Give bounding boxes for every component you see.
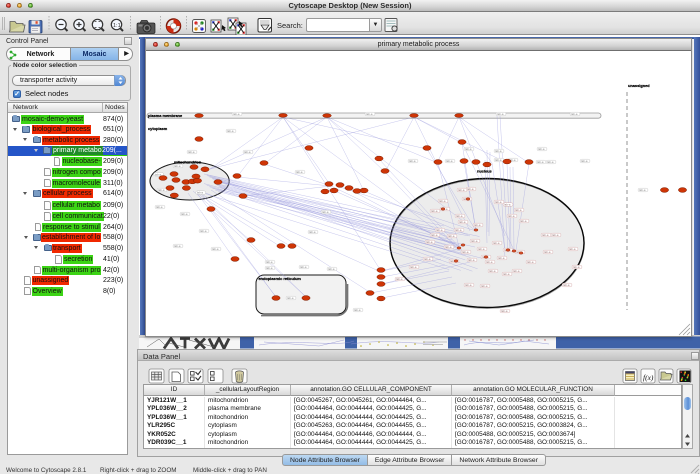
svg-text:cytoplasm: cytoplasm xyxy=(148,126,168,131)
svg-text:lab-a: lab-a xyxy=(309,230,316,234)
svg-text:nucleus: nucleus xyxy=(477,169,492,174)
svg-text:lab-a: lab-a xyxy=(462,250,469,254)
svg-text:lab-a: lab-a xyxy=(300,265,307,269)
svg-text:lab-a: lab-a xyxy=(486,260,493,264)
svg-text:lab-a: lab-a xyxy=(508,214,515,218)
svg-text:lab-a: lab-a xyxy=(465,147,472,151)
svg-text:lab-a: lab-a xyxy=(513,269,520,273)
svg-text:lab-a: lab-a xyxy=(501,309,508,313)
svg-text:lab-a: lab-a xyxy=(158,188,165,192)
svg-text:lab-a: lab-a xyxy=(563,283,570,287)
svg-text:lab-a: lab-a xyxy=(212,247,219,251)
svg-text:lab-a: lab-a xyxy=(538,147,545,151)
svg-text:lab-a: lab-a xyxy=(328,267,335,271)
svg-text:endoplasmic reticulum: endoplasmic reticulum xyxy=(259,276,302,281)
svg-text:lab-a: lab-a xyxy=(424,257,431,261)
svg-text:lab-a: lab-a xyxy=(465,283,472,287)
svg-text:lab-a: lab-a xyxy=(445,245,452,249)
svg-text:lab-a: lab-a xyxy=(493,241,500,245)
svg-text:lab-a: lab-a xyxy=(439,199,446,203)
svg-text:lab-a: lab-a xyxy=(544,250,551,254)
svg-text:lab-a: lab-a xyxy=(354,308,361,312)
svg-text:lab-a: lab-a xyxy=(174,244,181,248)
svg-text:lab-a: lab-a xyxy=(456,214,463,218)
svg-text:lab-a: lab-a xyxy=(197,191,204,195)
svg-text:lab-a: lab-a xyxy=(156,205,163,209)
svg-text:lab-a: lab-a xyxy=(547,160,554,164)
svg-text:lab-a: lab-a xyxy=(471,239,478,243)
svg-text:lab-a: lab-a xyxy=(481,284,488,288)
svg-text:lab-a: lab-a xyxy=(200,229,207,233)
svg-text:unassigned: unassigned xyxy=(628,83,650,88)
svg-text:lab-a: lab-a xyxy=(495,149,502,153)
svg-text:lab-a: lab-a xyxy=(446,159,453,163)
svg-text:lab-a: lab-a xyxy=(266,266,273,270)
svg-text:lab-a: lab-a xyxy=(504,203,511,207)
svg-text:lab-a: lab-a xyxy=(233,112,240,116)
svg-text:lab-a: lab-a xyxy=(174,164,181,168)
svg-text:lab-a: lab-a xyxy=(474,223,481,227)
svg-text:lab-a: lab-a xyxy=(287,296,294,300)
svg-text:lab-a: lab-a xyxy=(366,112,373,116)
svg-text:lab-a: lab-a xyxy=(520,219,527,223)
svg-text:lab-a: lab-a xyxy=(537,160,544,164)
svg-text:lab-a: lab-a xyxy=(478,247,485,251)
svg-text:lab-a: lab-a xyxy=(188,150,195,154)
svg-text:lab-a: lab-a xyxy=(410,265,417,269)
svg-text:lab-a: lab-a xyxy=(266,260,273,264)
svg-text:lab-a: lab-a xyxy=(489,269,496,273)
svg-text:lab-a: lab-a xyxy=(581,159,588,163)
svg-text:lab-a: lab-a xyxy=(227,129,234,133)
svg-text:lab-a: lab-a xyxy=(527,260,534,264)
svg-text:lab-a: lab-a xyxy=(244,150,251,154)
svg-text:lab-a: lab-a xyxy=(468,258,475,262)
svg-text:lab-a: lab-a xyxy=(571,112,578,116)
svg-text:lab-a: lab-a xyxy=(569,247,576,251)
svg-text:lab-a: lab-a xyxy=(436,228,443,232)
svg-text:lab-a: lab-a xyxy=(431,233,438,237)
svg-text:lab-a: lab-a xyxy=(515,208,522,212)
svg-text:lab-a: lab-a xyxy=(448,234,455,238)
svg-text:lab-a: lab-a xyxy=(431,209,438,213)
svg-text:lab-a: lab-a xyxy=(458,188,465,192)
svg-text:lab-a: lab-a xyxy=(497,112,504,116)
svg-text:lab-a: lab-a xyxy=(296,170,303,174)
svg-text:lab-a: lab-a xyxy=(467,187,474,191)
svg-text:lab-a: lab-a xyxy=(459,220,466,224)
svg-text:lab-a: lab-a xyxy=(396,277,403,281)
svg-text:lab-a: lab-a xyxy=(542,233,549,237)
svg-text:plasma membrane: plasma membrane xyxy=(148,113,183,118)
svg-text:lab-a: lab-a xyxy=(495,158,502,162)
svg-text:lab-a: lab-a xyxy=(503,272,510,276)
svg-text:lab-a: lab-a xyxy=(322,210,329,214)
svg-text:lab-a: lab-a xyxy=(573,265,580,269)
svg-text:lab-a: lab-a xyxy=(498,256,505,260)
svg-text:f(x): f(x) xyxy=(643,373,654,382)
svg-text:lab-a: lab-a xyxy=(495,200,502,204)
svg-text:lab-a: lab-a xyxy=(552,233,559,237)
svg-text:lab-a: lab-a xyxy=(409,159,416,163)
svg-text:lab-a: lab-a xyxy=(426,240,433,244)
svg-text:lab-a: lab-a xyxy=(639,188,646,192)
svg-text:lab-a: lab-a xyxy=(181,212,188,216)
svg-text:1:1: 1:1 xyxy=(113,23,121,29)
svg-text:lab-a: lab-a xyxy=(455,228,462,232)
